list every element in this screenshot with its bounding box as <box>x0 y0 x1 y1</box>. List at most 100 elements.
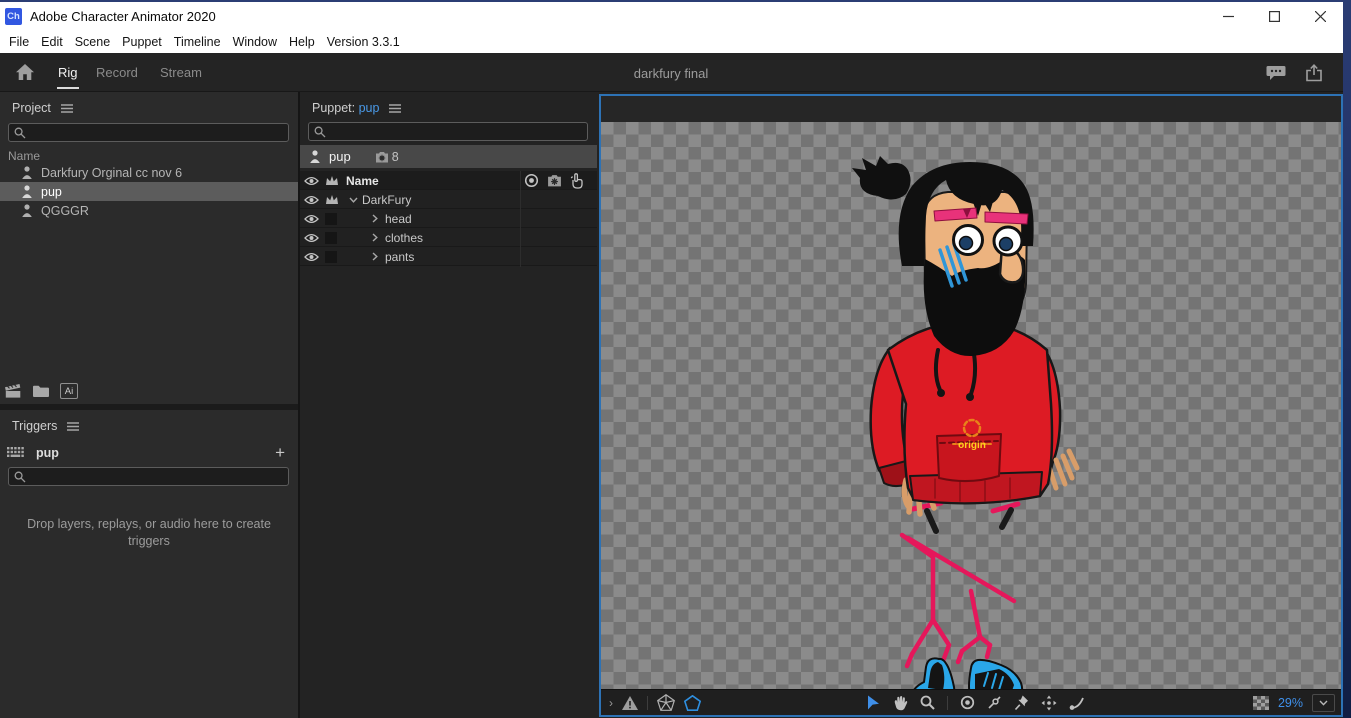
behavior-count: 8 <box>391 149 399 164</box>
triggers-empty-hint: Drop layers, replays, or audio here to c… <box>27 517 271 548</box>
tree-header-row: Name <box>300 171 597 190</box>
warning-icon[interactable] <box>622 695 638 710</box>
selection-tool-icon[interactable] <box>866 695 880 711</box>
visibility-column-icon <box>304 171 319 190</box>
chevron-down-icon <box>1319 700 1328 706</box>
pin-tool-icon[interactable] <box>1014 695 1029 711</box>
crown-column-icon <box>325 171 339 190</box>
tree-row-darkfury[interactable]: DarkFury <box>300 190 597 209</box>
menu-scene[interactable]: Scene <box>75 35 110 49</box>
origin-tool-icon[interactable] <box>960 695 975 710</box>
stick-curve-tool-icon[interactable] <box>1069 695 1085 710</box>
tree-row-pants[interactable]: pants <box>300 247 597 266</box>
panel-menu-icon[interactable] <box>389 103 402 113</box>
menu-window[interactable]: Window <box>233 35 277 49</box>
illustrator-file-icon[interactable]: Ai <box>60 383 78 399</box>
visibility-toggle-icon[interactable] <box>304 190 319 209</box>
puppet-root-row[interactable]: pup 8 <box>300 145 597 168</box>
puppet-search-input[interactable] <box>308 122 588 141</box>
trigger-set-name: pup <box>36 446 59 460</box>
add-trigger-button[interactable]: + <box>275 443 285 463</box>
zoom-tool-icon[interactable] <box>920 695 935 710</box>
application-window: Ch Adobe Character Animator 2020 File Ed… <box>0 0 1343 718</box>
toolbar-divider <box>647 695 648 710</box>
toolbar-divider <box>947 695 948 710</box>
behaviors-badge-icon <box>375 151 389 163</box>
window-title: Adobe Character Animator 2020 <box>30 9 216 24</box>
titlebar: Ch Adobe Character Animator 2020 <box>0 2 1343 31</box>
project-item-qgggr[interactable]: QGGGR <box>0 201 298 220</box>
puppet-panel-title: Puppet: pup <box>312 101 380 115</box>
project-item-darkfury[interactable]: Darkfury Orginal cc nov 6 <box>0 163 298 182</box>
crown-placeholder[interactable] <box>325 209 337 228</box>
rig-stage-panel: origin › 29% <box>599 94 1343 717</box>
behaviors-column-icon <box>547 171 562 190</box>
puppet-icon <box>309 150 321 163</box>
zoom-level-dropdown[interactable] <box>1312 693 1335 712</box>
mesh-view-icon[interactable] <box>657 694 675 711</box>
tree-name-header: Name <box>346 173 379 188</box>
origin-handle-label[interactable]: origin <box>958 440 986 451</box>
project-panel: Project Name Darkfury Orginal cc nov 6 p… <box>0 92 298 404</box>
collapse-chevron-icon[interactable] <box>349 190 358 209</box>
feedback-chat-icon[interactable] <box>1266 65 1286 82</box>
panel-menu-icon[interactable] <box>60 103 73 113</box>
home-icon[interactable] <box>15 63 35 81</box>
crown-placeholder[interactable] <box>325 228 337 247</box>
trigger-touch-column-icon <box>569 171 584 190</box>
menu-edit[interactable]: Edit <box>41 35 63 49</box>
zoom-level-value[interactable]: 29% <box>1278 696 1303 710</box>
puppet-icon <box>21 185 33 198</box>
triggers-panel: Triggers pup + Drop layers, replays, or … <box>0 410 298 718</box>
crown-icon[interactable] <box>325 190 339 209</box>
triggers-search-input[interactable] <box>8 467 289 486</box>
project-search-input[interactable] <box>8 123 289 142</box>
puppet-layer-tree: Name DarkFury head clothes pants <box>300 171 597 267</box>
expand-chevron-icon[interactable] <box>372 247 378 266</box>
tab-rig[interactable]: Rig <box>57 65 79 89</box>
puppet-root-name: pup <box>329 149 351 164</box>
desktop-edge-strip <box>1343 0 1351 718</box>
puppet-icon <box>21 204 33 217</box>
panel-menu-icon[interactable] <box>67 421 80 431</box>
outline-view-icon[interactable] <box>684 694 701 711</box>
hand-tool-icon[interactable] <box>892 695 908 711</box>
expand-chevron-icon[interactable] <box>372 209 378 228</box>
tab-record[interactable]: Record <box>96 65 138 80</box>
share-icon[interactable] <box>1305 64 1323 82</box>
maximize-button[interactable] <box>1251 2 1297 31</box>
project-name-column-header: Name <box>8 149 41 163</box>
tab-stream[interactable]: Stream <box>160 65 202 80</box>
menu-puppet[interactable]: Puppet <box>122 35 162 49</box>
tree-row-clothes[interactable]: clothes <box>300 228 597 247</box>
toolbar-expand-chevron-icon[interactable]: › <box>609 696 613 710</box>
stick-tool-icon[interactable] <box>987 695 1002 710</box>
search-icon <box>14 471 26 482</box>
menu-timeline[interactable]: Timeline <box>174 35 221 49</box>
trigger-set-row: pup + <box>0 443 298 465</box>
puppet-character-artwork[interactable]: origin <box>850 154 1090 704</box>
close-button[interactable] <box>1297 2 1343 31</box>
dragger-tool-icon[interactable] <box>1041 695 1057 711</box>
visibility-toggle-icon[interactable] <box>304 228 319 247</box>
new-folder-icon[interactable] <box>33 385 49 397</box>
puppet-name-link[interactable]: pup <box>359 101 380 115</box>
tree-row-head[interactable]: head <box>300 209 597 228</box>
menu-file[interactable]: File <box>9 35 29 49</box>
menubar: File Edit Scene Puppet Timeline Window H… <box>0 31 1343 53</box>
crown-placeholder[interactable] <box>325 247 337 266</box>
search-icon <box>14 127 26 138</box>
tree-column-divider <box>520 171 521 267</box>
visibility-toggle-icon[interactable] <box>304 247 319 266</box>
menu-help[interactable]: Help <box>289 35 315 49</box>
project-item-pup[interactable]: pup <box>0 182 298 201</box>
visibility-toggle-icon[interactable] <box>304 209 319 228</box>
keyboard-icon <box>7 447 24 459</box>
stage-canvas[interactable]: origin <box>601 122 1341 702</box>
project-panel-title: Project <box>12 101 51 115</box>
new-scene-icon[interactable] <box>5 384 22 398</box>
expand-chevron-icon[interactable] <box>372 228 378 247</box>
transparency-grid-icon[interactable] <box>1252 695 1269 710</box>
search-icon <box>314 126 326 137</box>
minimize-button[interactable] <box>1205 2 1251 31</box>
